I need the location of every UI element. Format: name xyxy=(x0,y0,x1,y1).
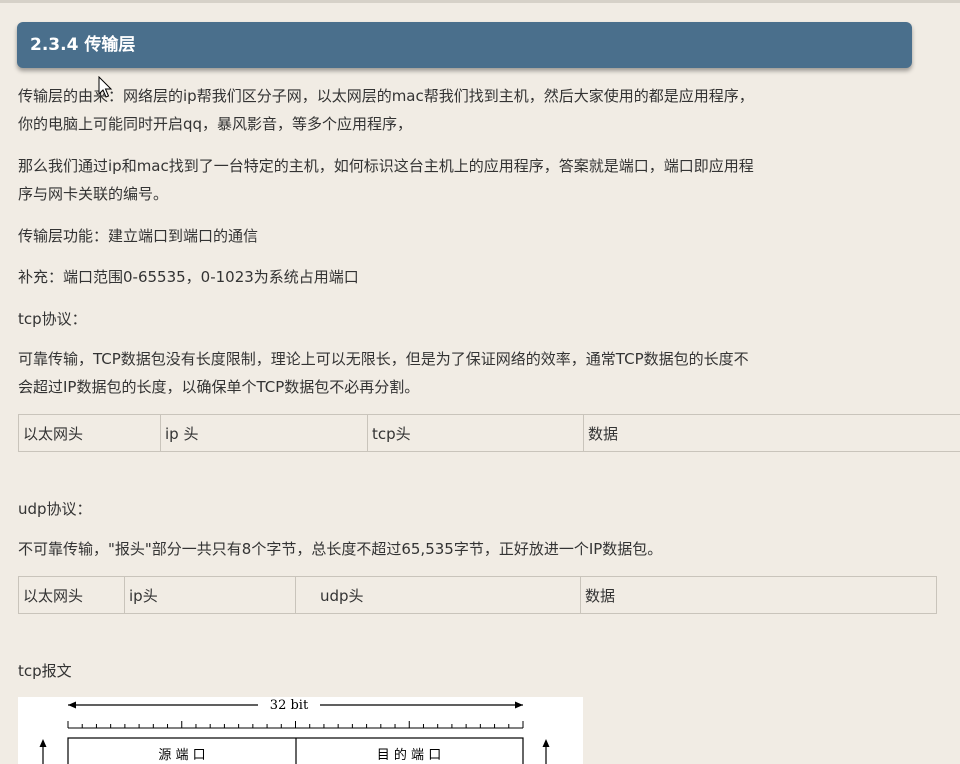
table-row: 以太网头 ip 头 tcp头 数据 xyxy=(18,414,960,452)
tcp-header-svg: 32 bit 源 端 口 目 的 端 口 xyxy=(39,698,550,764)
paragraph-function: 传输层功能：建立端口到端口的通信 xyxy=(18,227,259,245)
left-up-arrow-icon xyxy=(39,739,47,747)
udp-packet-table: 以太网头 ip头 udp头 数据 xyxy=(18,576,937,614)
table-cell: 数据 xyxy=(583,414,960,452)
dest-port-label: 目 的 端 口 xyxy=(377,747,441,763)
paragraph-udp: 不可靠传输，"报头"部分一共只有8个字节，总长度不超过65,535字节，正好放进… xyxy=(18,540,663,558)
table-cell: ip头 xyxy=(124,576,296,614)
table-cell: 以太网头 xyxy=(18,576,125,614)
paragraph-line: 可靠传输，TCP数据包没有长度限制，理论上可以无限长，但是为了保证网络的效率，通… xyxy=(18,350,749,368)
tcp-packet-heading: tcp报文 xyxy=(18,662,72,680)
mouse-cursor-icon xyxy=(98,76,113,98)
top-border xyxy=(0,0,960,3)
paragraph-line: 序与网卡关联的编号。 xyxy=(18,185,169,203)
arrow-right-head-icon xyxy=(515,701,523,709)
table-cell: tcp头 xyxy=(367,414,584,452)
table-cell: 以太网头 xyxy=(18,414,161,452)
table-cell: udp头 xyxy=(295,576,581,614)
right-up-arrow-icon xyxy=(542,739,550,747)
paragraph-origin: 传输层的由来：网络层的ip帮我们区分子网，以太网层的mac帮我们找到主机，然后大… xyxy=(18,82,918,138)
arrow-left-head-icon xyxy=(68,701,76,709)
tcp-heading: tcp协议： xyxy=(18,310,87,328)
paragraph-port: 那么我们通过ip和mac找到了一台特定的主机，如何标识这台主机上的应用程序，答案… xyxy=(18,152,918,208)
table-cell: 数据 xyxy=(580,576,937,614)
paragraph-line: 传输层的由来：网络层的ip帮我们区分子网，以太网层的mac帮我们找到主机，然后大… xyxy=(18,87,754,105)
paragraph-supplement: 补充：端口范围0-65535，0-1023为系统占用端口 xyxy=(18,268,359,286)
paragraph-line: 会超过IP数据包的长度，以确保单个TCP数据包不必再分割。 xyxy=(18,378,420,396)
section-title: 2.3.4 传输层 xyxy=(17,22,912,68)
table-cell: ip 头 xyxy=(160,414,368,452)
tcp-packet-table: 以太网头 ip 头 tcp头 数据 xyxy=(18,414,960,452)
paragraph-tcp: 可靠传输，TCP数据包没有长度限制，理论上可以无限长，但是为了保证网络的效率，通… xyxy=(18,345,918,401)
tcp-header-diagram: 32 bit 源 端 口 目 的 端 口 xyxy=(18,697,583,764)
paragraph-line: 你的电脑上可能同时开启qq，暴风影音，等多个应用程序， xyxy=(18,115,413,133)
paragraph-line: 那么我们通过ip和mac找到了一台特定的主机，如何标识这台主机上的应用程序，答案… xyxy=(18,157,754,175)
source-port-label: 源 端 口 xyxy=(158,748,205,763)
udp-heading: udp协议： xyxy=(18,500,92,518)
table-row: 以太网头 ip头 udp头 数据 xyxy=(18,576,937,614)
bit-width-label: 32 bit xyxy=(270,698,309,713)
ruler-ticks xyxy=(67,721,524,728)
